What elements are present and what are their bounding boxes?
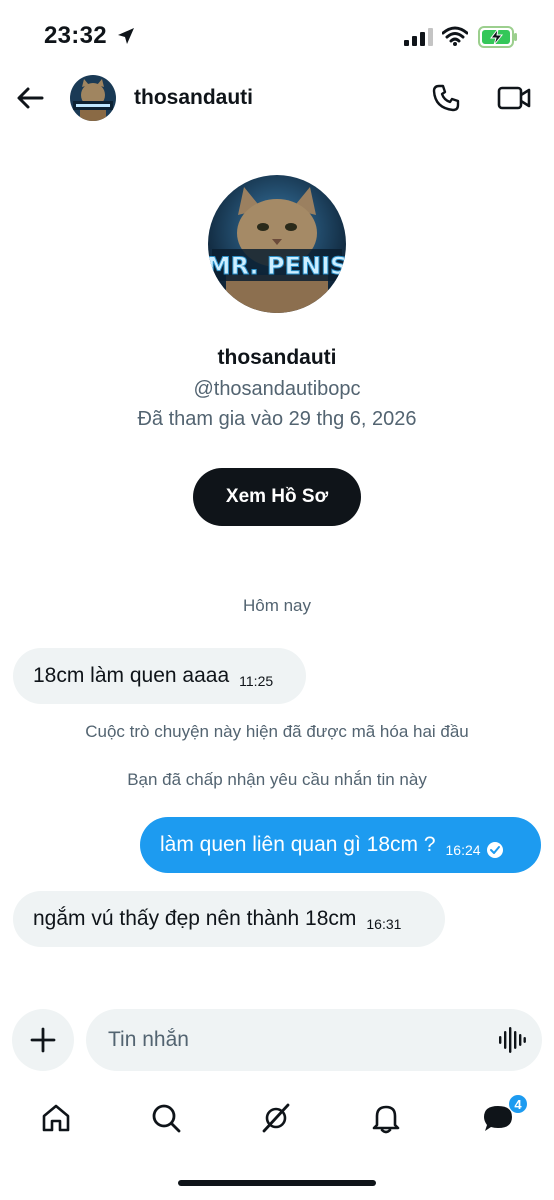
bell-icon (372, 1105, 400, 1134)
message-time: 16:31 (366, 916, 402, 932)
wifi-icon (442, 26, 468, 46)
video-camera-icon (497, 86, 531, 110)
svg-text:MR. PENIS: MR. PENIS (208, 252, 346, 280)
video-call-button[interactable] (494, 80, 534, 116)
avatar[interactable] (70, 75, 116, 121)
messages-badge: 4 (508, 1094, 528, 1114)
message-bubble-incoming[interactable]: 18cm làm quen aaaa 11:25 (13, 648, 306, 704)
phone-icon (432, 84, 460, 112)
encryption-note: Cuộc trò chuyện này hiện đã được mã hóa … (85, 722, 469, 741)
message-time: 11:25 (239, 673, 274, 689)
nav-home[interactable] (36, 1098, 76, 1138)
cat-avatar-image (70, 75, 116, 121)
battery-charging-icon (478, 26, 517, 48)
message-text: 18cm làm quen aaaa (33, 664, 230, 687)
header-username[interactable]: thosandauti (134, 86, 253, 110)
status-bar: 23:32 (0, 0, 554, 70)
view-profile-button[interactable]: Xem Hồ Sơ (193, 468, 361, 526)
nav-grok[interactable] (256, 1098, 296, 1138)
nav-notifications[interactable] (366, 1098, 406, 1138)
home-icon (42, 1104, 70, 1132)
home-indicator (178, 1180, 376, 1186)
cellular-signal-icon (404, 28, 433, 46)
cat-avatar-image: MR. PENIS (208, 175, 346, 313)
location-arrow-icon (118, 28, 134, 44)
back-button[interactable] (12, 80, 48, 116)
search-icon (152, 1104, 181, 1133)
message-text: làm quen liên quan gì 18cm ? (160, 833, 436, 856)
plus-icon (30, 1027, 56, 1053)
grok-icon (262, 1103, 290, 1133)
message-composer (86, 1009, 542, 1071)
read-receipt-icon (486, 842, 503, 858)
message-time: 16:24 (445, 842, 481, 858)
bottom-navigation (0, 1090, 554, 1146)
voice-waveform-icon[interactable] (498, 1026, 526, 1054)
day-separator: Hôm nay (242, 596, 312, 615)
message-text: ngắm vú thấy đẹp nên thành 18cm (33, 907, 357, 930)
profile-handle: @thosandautibopc (193, 378, 361, 400)
nav-search[interactable] (146, 1098, 186, 1138)
request-accepted-note: Bạn đã chấp nhận yêu cầu nhắn tin này (127, 770, 427, 789)
message-input[interactable] (108, 1009, 478, 1071)
profile-joined-date: Đã tham gia vào 29 thg 6, 2026 (137, 408, 417, 430)
message-bubble-outgoing[interactable]: làm quen liên quan gì 18cm ? 16:24 (140, 817, 541, 873)
status-time: 23:32 (44, 22, 107, 49)
add-attachment-button[interactable] (12, 1009, 74, 1071)
message-bubble-incoming[interactable]: ngắm vú thấy đẹp nên thành 18cm 16:31 (13, 891, 445, 947)
profile-name: thosandauti (217, 346, 337, 369)
profile-avatar[interactable]: MR. PENIS (208, 175, 346, 313)
voice-call-button[interactable] (428, 80, 464, 116)
conversation-header: thosandauti (0, 70, 554, 128)
arrow-left-icon (17, 87, 44, 109)
